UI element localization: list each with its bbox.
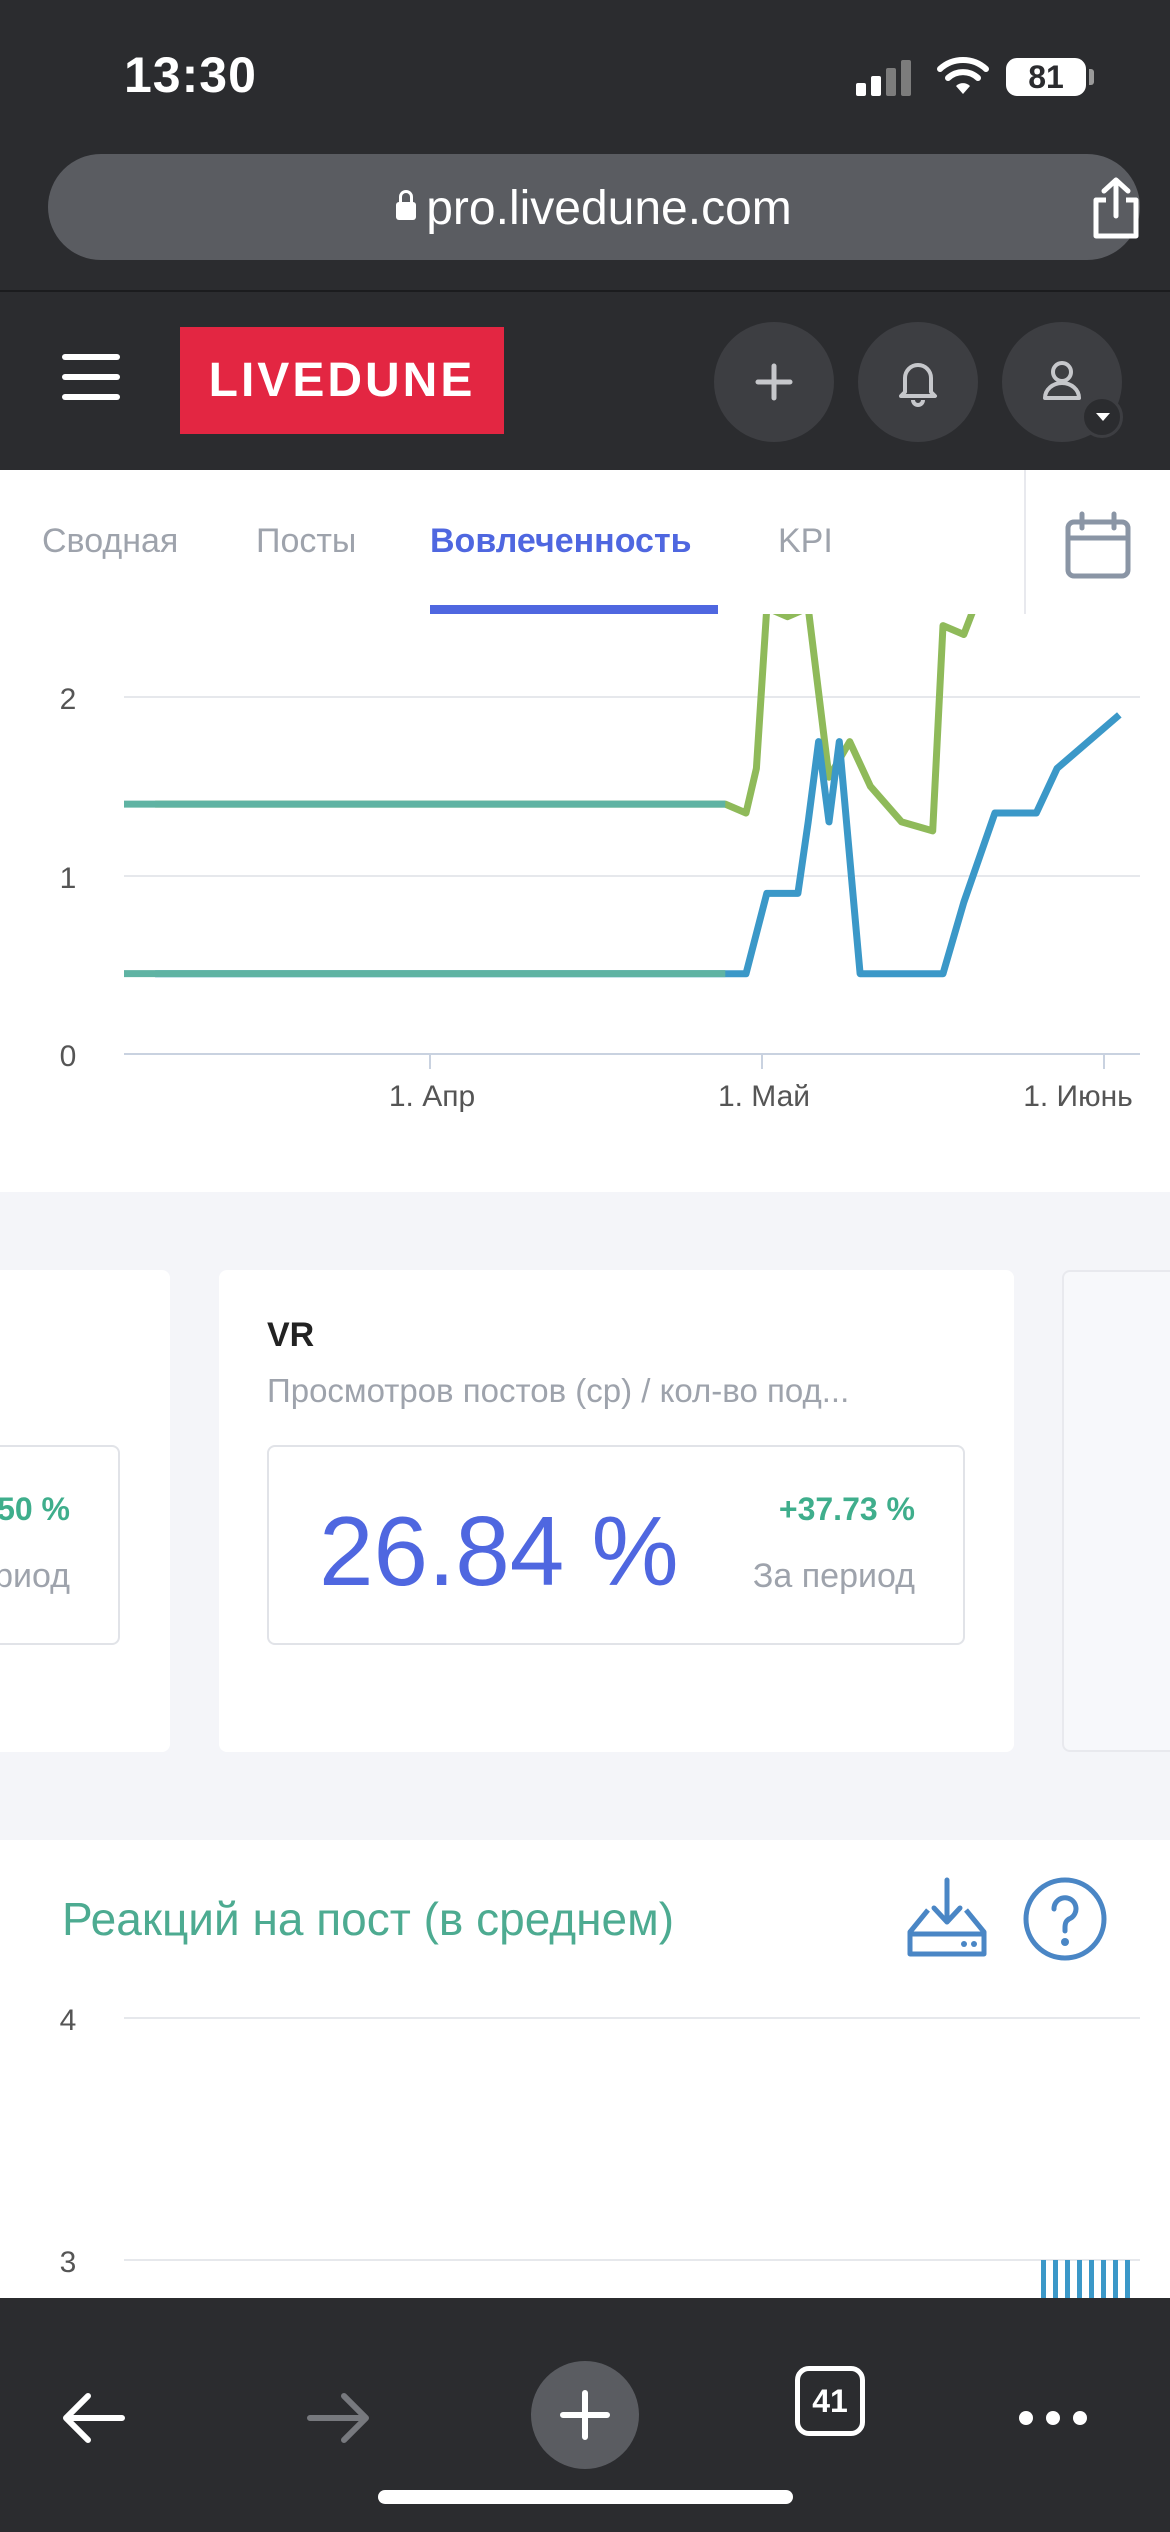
x-tick-label: 1. Май (718, 1080, 810, 1113)
y-tick-label: 4 (60, 2004, 77, 2037)
calendar-icon[interactable] (1062, 510, 1134, 582)
metric-value: 26.84 % (319, 1496, 679, 1606)
bar-mark (1089, 2260, 1094, 2300)
lock-icon (396, 190, 417, 220)
plus-icon (755, 363, 793, 401)
address-bar[interactable]: pro.livedune.com (48, 154, 1140, 260)
metric-change: +0.50 % (0, 1491, 70, 1527)
plus-icon (560, 2390, 610, 2440)
url-display[interactable]: pro.livedune.com (48, 181, 1140, 236)
share-icon[interactable] (1088, 176, 1144, 240)
tabs-button[interactable]: 41 (795, 2366, 865, 2436)
add-button[interactable] (714, 322, 834, 442)
metric-card-title: VR (267, 1316, 315, 1354)
help-icon[interactable] (1022, 1876, 1108, 1962)
y-tick-label: 3 (60, 2246, 77, 2279)
metric-card-next[interactable] (1062, 1270, 1170, 1752)
menu-icon[interactable] (62, 354, 120, 400)
more-icon[interactable] (1016, 2408, 1090, 2428)
url-text: pro.livedune.com (426, 182, 792, 235)
metric-box: +0.50 % За период (0, 1445, 120, 1645)
reactions-per-post-section: 4 3 Реакций на пост (в среднем) (0, 1840, 1170, 2300)
status-time: 13:30 (124, 47, 257, 103)
section-title: Реакций на пост (в среднем) (62, 1893, 675, 1945)
bar-mark (1101, 2260, 1106, 2300)
livedune-logo[interactable]: LIVEDUNE (180, 327, 504, 434)
metric-card-previous[interactable]: +0.50 % За период (0, 1270, 170, 1752)
bell-icon (899, 363, 937, 407)
tab-posts[interactable]: Посты (256, 522, 356, 561)
metric-period-label: За период (752, 1557, 915, 1595)
tab-summary[interactable]: Сводная (42, 522, 178, 561)
back-arrow-icon[interactable] (58, 2386, 130, 2450)
tab-kpi[interactable]: KPI (778, 522, 833, 561)
active-tab-indicator (430, 605, 718, 614)
forward-arrow-icon[interactable] (302, 2386, 374, 2450)
battery-indicator: 81 (1006, 58, 1086, 96)
tab-engagement[interactable]: Вовлеченность (430, 522, 692, 561)
download-icon[interactable] (904, 1874, 990, 1960)
y-tick-label: 2 (60, 683, 77, 716)
bar-mark (1125, 2260, 1130, 2300)
profile-dropdown-caret-icon[interactable] (1081, 396, 1123, 438)
browser-url-area: pro.livedune.com (0, 150, 1170, 292)
y-tick-label: 0 (60, 1040, 77, 1073)
tab-divider (1024, 470, 1026, 614)
x-tick-label: 1. Июнь (1023, 1080, 1133, 1113)
app-header: LIVEDUNE (0, 292, 1170, 470)
y-tick-label: 1 (60, 862, 77, 895)
new-tab-button[interactable] (531, 2361, 639, 2469)
bar-mark (1041, 2260, 1046, 2300)
series-line-1 (155, 614, 976, 835)
wifi-icon (937, 57, 989, 94)
battery-nub (1089, 69, 1094, 85)
notifications-button[interactable] (858, 322, 978, 442)
bar-mark (1053, 2260, 1058, 2300)
bar-mark (1113, 2260, 1118, 2300)
cellular-signal-icon (856, 60, 914, 96)
bar-mark (1077, 2260, 1082, 2300)
metric-period-label: За период (0, 1557, 70, 1595)
metric-card-subtitle: Просмотров постов (ср) / кол-во под... (267, 1372, 850, 1409)
tab-bar: Сводная Посты Вовлеченность KPI (0, 470, 1170, 614)
status-bar: 13:30 81 (0, 0, 1170, 150)
home-indicator (378, 2490, 793, 2504)
bar-mark (1065, 2260, 1070, 2300)
metric-cards-carousel: +0.50 % За период VR Просмотров постов (… (0, 1192, 1170, 1840)
x-tick-label: 1. Апр (389, 1080, 475, 1113)
metric-box: 26.84 % +37.73 % За период (267, 1445, 965, 1645)
series-line-2 (155, 712, 1122, 978)
engagement-chart-svg: 2 1 0 1. Апр 1. Май 1. Июнь (60, 614, 1140, 1113)
engagement-chart: 2 1 0 1. Апр 1. Май 1. Июнь (0, 614, 1170, 1192)
metric-card-vr[interactable]: VR Просмотров постов (ср) / кол-во под..… (219, 1270, 1014, 1752)
metric-change: +37.73 % (778, 1491, 915, 1527)
